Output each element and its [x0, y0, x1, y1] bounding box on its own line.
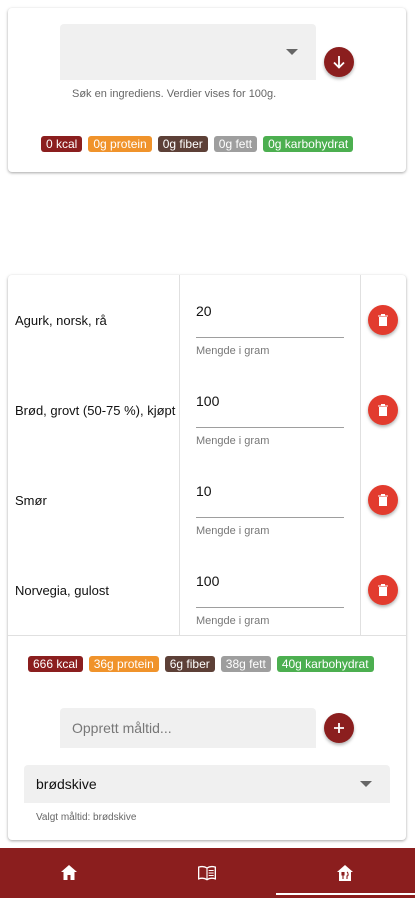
ingredient-name: Smør [15, 493, 47, 508]
caret-down-icon [286, 49, 298, 55]
nav-recipes[interactable] [138, 848, 276, 898]
amount-input[interactable]: 10 [196, 483, 212, 499]
book-icon [198, 865, 216, 881]
protein-chip: 0g protein [88, 136, 152, 152]
delete-ingredient-button[interactable] [368, 485, 398, 515]
trash-icon [378, 404, 388, 416]
kcal-chip: 0 kcal [41, 136, 83, 152]
meal-select[interactable]: brødskive [24, 765, 390, 803]
meal-select-helper: Valgt måltid: brødskive [36, 812, 137, 823]
amount-label: Mengde i gram [196, 435, 270, 447]
nav-meals[interactable] [276, 848, 414, 898]
amount-input[interactable]: 100 [196, 393, 219, 409]
amount-input[interactable]: 20 [196, 303, 212, 319]
ingredient-name: Agurk, norsk, rå [15, 313, 107, 328]
fat-chip: 38g fett [220, 656, 271, 672]
search-nutrition-chips: 0 kcal 0g protein 0g fiber 0g fett 0g ka… [41, 136, 354, 152]
active-tab-indicator [276, 893, 415, 895]
trash-icon [378, 314, 388, 326]
kcal-chip: 666 kcal [28, 656, 83, 672]
fiber-chip: 0g fiber [157, 136, 208, 152]
amount-label: Mengde i gram [196, 345, 270, 357]
delete-ingredient-button[interactable] [368, 305, 398, 335]
search-card: Søk en ingrediens. Verdier vises for 100… [8, 8, 406, 172]
amount-label: Mengde i gram [196, 525, 270, 537]
ingredient-table: Agurk, norsk, rå 20 Mengde i gram Brød, … [8, 275, 406, 636]
trash-icon [378, 584, 388, 596]
nav-home[interactable] [0, 848, 138, 898]
create-meal-button[interactable] [324, 713, 354, 743]
delete-ingredient-button[interactable] [368, 395, 398, 425]
delete-ingredient-button[interactable] [368, 575, 398, 605]
create-meal-input[interactable]: Opprett måltid... [60, 708, 316, 748]
bottom-navigation [0, 848, 415, 898]
meal-nutrition-chips: 666 kcal 36g protein 6g fiber 38g fett 4… [28, 656, 374, 672]
add-ingredient-button[interactable] [324, 47, 354, 77]
protein-chip: 36g protein [88, 656, 159, 672]
carb-chip: 0g karbohydrat [263, 136, 354, 152]
carb-chip: 40g karbohydrat [276, 656, 374, 672]
ingredient-name: Norvegia, gulost [15, 583, 109, 598]
trash-icon [378, 494, 388, 506]
ingredient-name: Brød, grovt (50-75 %), kjøpt [15, 403, 176, 418]
meal-select-value: brødskive [36, 776, 97, 792]
plus-icon [334, 723, 344, 733]
search-helper-text: Søk en ingrediens. Verdier vises for 100… [72, 88, 277, 100]
caret-down-icon [360, 781, 372, 787]
amount-input[interactable]: 100 [196, 573, 219, 589]
home-icon [61, 865, 77, 880]
meal-card: Agurk, norsk, rå 20 Mengde i gram Brød, … [8, 275, 406, 840]
amount-label: Mengde i gram [196, 615, 270, 627]
ingredient-search-select[interactable] [60, 24, 316, 80]
meal-house-icon [337, 865, 353, 881]
arrow-down-icon [333, 56, 345, 69]
fat-chip: 0g fett [213, 136, 258, 152]
fiber-chip: 6g fiber [164, 656, 215, 672]
